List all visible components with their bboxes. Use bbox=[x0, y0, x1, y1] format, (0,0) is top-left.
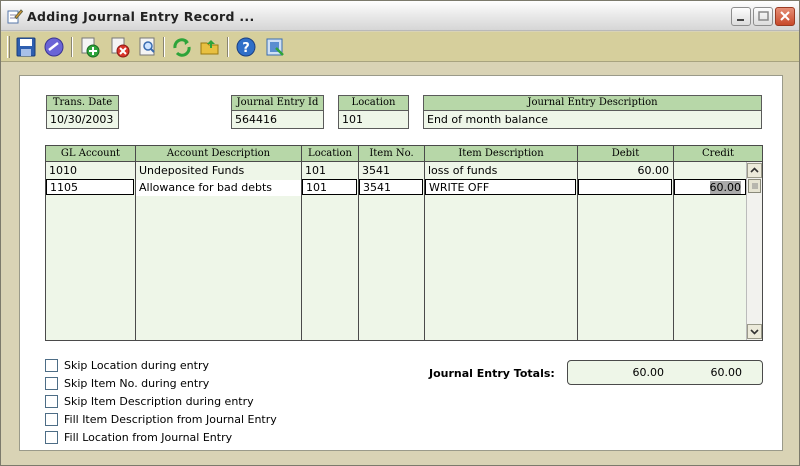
help-icon[interactable]: ? bbox=[235, 36, 257, 58]
minimize-button[interactable] bbox=[731, 7, 751, 26]
checkbox-label: Fill Item Description from Journal Entry bbox=[64, 413, 277, 426]
fill-item-description-checkbox[interactable]: Fill Item Description from Journal Entry bbox=[45, 412, 285, 428]
title-bar[interactable]: Adding Journal Entry Record ... bbox=[1, 1, 799, 31]
location-label: Location bbox=[339, 96, 408, 111]
checkbox-label: Skip Item Description during entry bbox=[64, 395, 254, 408]
scroll-down-button[interactable] bbox=[747, 324, 762, 339]
trans-date-value[interactable]: 10/30/2003 bbox=[50, 112, 113, 127]
column-item-no[interactable]: Item No. bbox=[359, 146, 425, 162]
exit-icon[interactable] bbox=[264, 36, 286, 58]
column-location[interactable]: Location bbox=[302, 146, 359, 162]
checkbox-box[interactable] bbox=[45, 395, 58, 408]
journal-entry-id-field[interactable]: Journal Entry Id 564416 bbox=[231, 95, 324, 129]
journal-entry-description-value[interactable]: End of month balance bbox=[427, 112, 548, 127]
cell-location[interactable]: 101 bbox=[302, 163, 358, 179]
find-record-icon[interactable] bbox=[137, 36, 159, 58]
cell-location[interactable]: 101 bbox=[302, 179, 357, 195]
column-debit[interactable]: Debit bbox=[578, 146, 674, 162]
journal-entry-description-field[interactable]: Journal Entry Description End of month b… bbox=[423, 95, 762, 129]
journal-lines-grid[interactable]: GL Account Account Description Location … bbox=[45, 145, 763, 341]
checkbox-label: Fill Location from Journal Entry bbox=[64, 431, 233, 444]
skip-item-no-checkbox[interactable]: Skip Item No. during entry bbox=[45, 376, 225, 392]
cell-gl-account[interactable]: 1105 bbox=[46, 179, 134, 195]
cell-account-description[interactable]: Allowance for bad debts bbox=[136, 180, 301, 196]
toolbar-separator bbox=[227, 37, 229, 57]
toolbar: ? bbox=[1, 32, 799, 62]
window-title: Adding Journal Entry Record ... bbox=[27, 9, 255, 24]
scroll-up-button[interactable] bbox=[747, 163, 762, 178]
checkbox-box[interactable] bbox=[45, 359, 58, 372]
trans-date-field[interactable]: Trans. Date 10/30/2003 bbox=[46, 95, 119, 129]
total-debit: 60.00 bbox=[632, 366, 665, 379]
cell-credit[interactable] bbox=[674, 163, 746, 179]
maximize-button[interactable] bbox=[753, 7, 773, 26]
cell-item-description[interactable]: loss of funds bbox=[425, 163, 577, 179]
grid-scrollbar[interactable] bbox=[746, 162, 762, 340]
checkbox-box[interactable] bbox=[45, 413, 58, 426]
journal-entry-window: Adding Journal Entry Record ... ? Trans.… bbox=[0, 0, 800, 466]
close-button[interactable] bbox=[775, 7, 795, 26]
journal-entry-id-label: Journal Entry Id bbox=[232, 96, 323, 111]
scroll-thumb[interactable] bbox=[748, 179, 761, 193]
column-credit[interactable]: Credit bbox=[674, 146, 762, 162]
toolbar-separator bbox=[71, 37, 73, 57]
journal-entry-id-value[interactable]: 564416 bbox=[235, 112, 277, 127]
column-gl-account[interactable]: GL Account bbox=[46, 146, 136, 162]
column-item-description[interactable]: Item Description bbox=[425, 146, 578, 162]
column-account-description[interactable]: Account Description bbox=[136, 146, 302, 162]
skip-location-checkbox[interactable]: Skip Location during entry bbox=[45, 358, 225, 374]
checkbox-box[interactable] bbox=[45, 377, 58, 390]
checkbox-label: Skip Item No. during entry bbox=[64, 377, 210, 390]
trans-date-label: Trans. Date bbox=[47, 96, 118, 111]
location-value[interactable]: 101 bbox=[342, 112, 363, 127]
toolbar-grip[interactable] bbox=[7, 36, 10, 58]
location-field[interactable]: Location 101 bbox=[338, 95, 409, 129]
toolbar-separator bbox=[163, 37, 165, 57]
journal-entry-totals-label: Journal Entry Totals: bbox=[429, 367, 555, 380]
cell-debit[interactable] bbox=[578, 179, 672, 195]
total-credit: 60.00 bbox=[710, 366, 743, 379]
refresh-icon[interactable] bbox=[171, 36, 193, 58]
chevron-up-icon bbox=[750, 167, 759, 173]
chevron-down-icon bbox=[750, 329, 759, 335]
cell-debit[interactable]: 60.00 bbox=[578, 163, 673, 179]
fill-location-checkbox[interactable]: Fill Location from Journal Entry bbox=[45, 430, 245, 446]
cell-credit[interactable]: 60.00 bbox=[674, 179, 746, 195]
cell-credit-selected-text: 60.00 bbox=[709, 181, 741, 194]
journal-entry-description-label: Journal Entry Description bbox=[424, 96, 761, 111]
cell-item-no[interactable]: 3541 bbox=[359, 179, 423, 195]
add-record-icon[interactable] bbox=[79, 36, 101, 58]
delete-record-icon[interactable] bbox=[109, 36, 131, 58]
cell-gl-account[interactable]: 1010 bbox=[46, 163, 135, 179]
svg-text:?: ? bbox=[242, 41, 250, 56]
checkbox-box[interactable] bbox=[45, 431, 58, 444]
save-icon[interactable] bbox=[15, 36, 37, 58]
notepad-pencil-icon bbox=[7, 8, 24, 24]
journal-entry-totals-box: 60.00 60.00 bbox=[567, 360, 763, 385]
cell-item-description[interactable]: WRITE OFF bbox=[425, 179, 576, 195]
cell-account-description[interactable]: Undeposited Funds bbox=[136, 163, 301, 179]
checkbox-label: Skip Location during entry bbox=[64, 359, 209, 372]
skip-item-description-checkbox[interactable]: Skip Item Description during entry bbox=[45, 394, 265, 410]
cell-item-no[interactable]: 3541 bbox=[359, 163, 424, 179]
next-icon[interactable] bbox=[43, 36, 65, 58]
open-folder-icon[interactable] bbox=[199, 36, 221, 58]
